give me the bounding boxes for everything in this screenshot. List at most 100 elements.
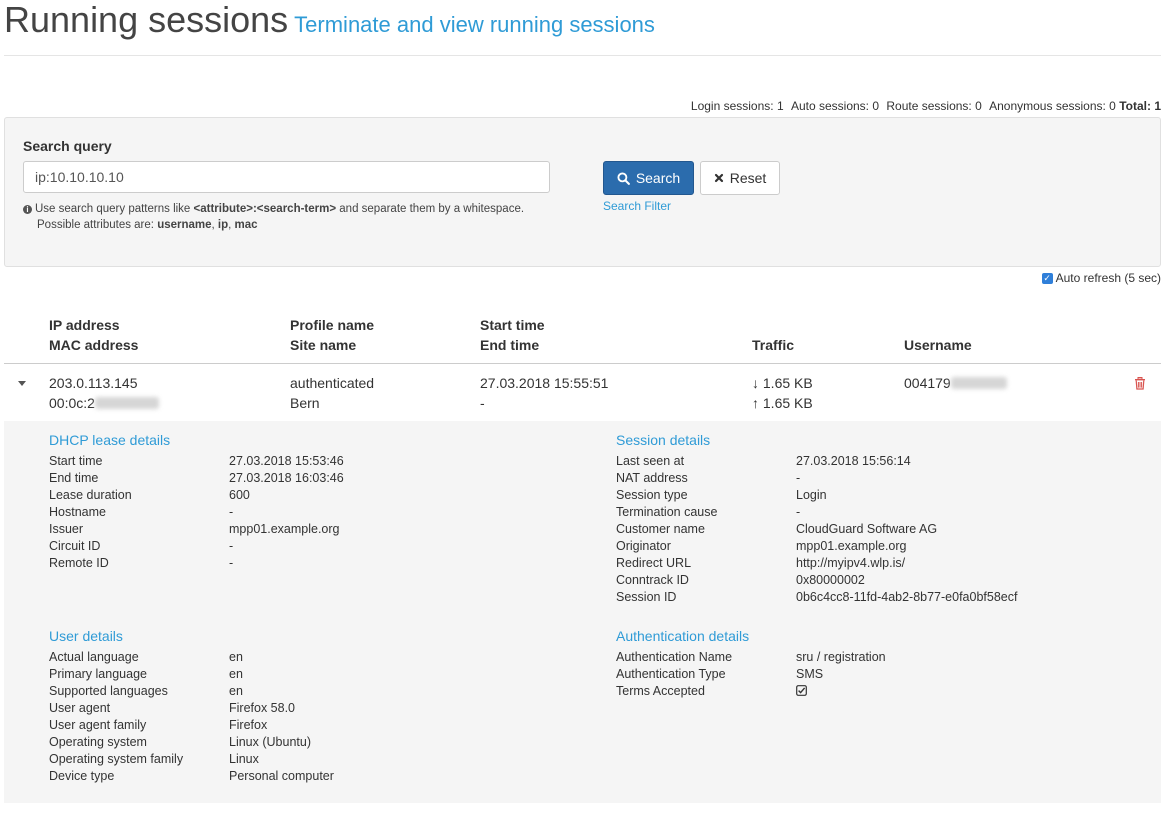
detail-label: User agent family [49,718,147,732]
dhcp-values: 27.03.2018 15:53:46 27.03.2018 16:03:46 … [229,453,344,572]
table-header-divider [4,363,1161,364]
detail-value: 0x80000002 [796,573,865,587]
detail-value: en [229,667,243,681]
detail-value: SMS [796,667,824,681]
col-site-header[interactable]: Site name [290,337,356,353]
expand-row-caret-icon[interactable] [18,381,26,386]
search-button[interactable]: Search [603,161,694,195]
detail-label: Hostname [49,505,106,519]
row-username: 004179 [904,375,1007,391]
search-help-text: i Use search query patterns like <attribu… [23,201,524,233]
help-line2: Possible attributes are: [37,219,154,231]
redacted-username [950,377,1007,389]
attr-username: username [157,219,212,231]
detail-value: - [229,556,234,570]
col-ip-header[interactable]: IP address [49,317,120,333]
auto-refresh[interactable]: ✓ Auto refresh (5 sec) [1041,271,1161,285]
page-title-text: Running sessions [4,0,289,40]
detail-value: http://myipv4.wlp.is/ [796,556,906,570]
detail-label: End time [49,471,99,485]
count-total-label: Total: [1119,99,1151,113]
search-button-label: Search [635,170,681,186]
detail-value: Linux [229,752,259,766]
col-profile-header[interactable]: Profile name [290,317,374,333]
col-start-header[interactable]: Start time [480,317,545,333]
count-login: Login sessions: 1 [690,99,784,113]
detail-label: Session ID [616,590,677,604]
detail-label: NAT address [616,471,688,485]
detail-value: - [229,505,234,519]
count-route: Route sessions: 0 [886,99,982,113]
session-details-title: Session details [616,432,711,448]
session-labels: Last seen at NAT address Session type Te… [616,453,717,606]
detail-label: Operating system family [49,752,184,766]
detail-label: Device type [49,769,115,783]
reset-button[interactable]: Reset [700,161,780,195]
info-icon: i [23,205,32,214]
search-query-label: Search query [23,138,112,154]
help-suffix: and separate them by a whitespace. [339,203,525,215]
detail-label: Actual language [49,650,139,664]
col-mac-header[interactable]: MAC address [49,337,138,353]
trash-icon [1135,377,1145,390]
close-icon [714,173,723,183]
user-details-title: User details [49,628,123,644]
row-end: - [480,395,485,411]
auth-values: sru / registration SMS [796,649,886,700]
arrow-down-icon: ↓ [752,375,759,391]
delete-session-button[interactable] [1134,377,1146,393]
detail-value: 27.03.2018 15:56:14 [796,454,911,468]
detail-label: Remote ID [49,556,109,570]
dhcp-labels: Start time End time Lease duration Hostn… [49,453,132,572]
detail-value: Firefox 58.0 [229,701,296,715]
detail-label: Operating system [49,735,147,749]
search-filter-link[interactable]: Search Filter [603,199,671,213]
detail-value: en [229,684,243,698]
detail-label: Termination cause [616,505,718,519]
detail-label: Terms Accepted [616,684,705,698]
detail-label: Conntrack ID [616,573,689,587]
header-divider [4,55,1161,56]
dhcp-details-title: DHCP lease details [49,432,171,448]
detail-value: Personal computer [229,769,334,783]
detail-label: Issuer [49,522,84,536]
detail-value: mpp01.example.org [229,522,340,536]
attr-mac: mac [234,219,258,231]
col-traffic-header[interactable]: Traffic [752,337,794,353]
detail-value: en [229,650,243,664]
detail-label: Originator [616,539,671,553]
page-title: Running sessions Terminate and view runni… [4,0,655,45]
detail-value: 0b6c4cc8-11fd-4ab2-8b77-e0fa0bf58ecf [796,590,1018,604]
detail-label: Authentication Type [616,667,726,681]
help-prefix: Use search query patterns like [35,203,191,215]
count-total-value: 1 [1154,99,1161,113]
row-mac: 00:0c:2 [49,395,159,411]
detail-value: sru / registration [796,650,886,664]
row-profile: authenticated [290,375,375,391]
detail-value: 27.03.2018 15:53:46 [229,454,344,468]
auto-refresh-checkbox[interactable]: ✓ [1041,272,1053,284]
user-labels: Actual language Primary language Support… [49,649,183,785]
detail-label: User agent [49,701,111,715]
auto-refresh-label: Auto refresh (5 sec) [1055,271,1161,285]
detail-label: Supported languages [49,684,168,698]
col-end-header[interactable]: End time [480,337,539,353]
check-square-icon [796,685,807,696]
row-traffic-up: ↑ 1.65 KB [752,395,813,411]
row-ip: 203.0.113.145 [49,375,138,391]
detail-label: Session type [616,488,688,502]
row-username-visible: 004179 [904,375,951,391]
page-subtitle: Terminate and view running sessions [294,12,655,37]
user-values: en en en Firefox 58.0 Firefox Linux (Ubu… [229,649,334,785]
detail-value: Linux (Ubuntu) [229,735,311,749]
search-input[interactable] [23,161,550,193]
auth-details-title: Authentication details [616,628,750,644]
detail-value: - [229,539,234,553]
detail-label: Start time [49,454,103,468]
col-username-header[interactable]: Username [904,337,972,353]
row-mac-visible: 00:0c:2 [49,395,95,411]
detail-value: mpp01.example.org [796,539,907,553]
arrow-up-icon: ↑ [752,395,759,411]
reset-button-label: Reset [729,170,767,186]
search-icon [617,171,630,185]
